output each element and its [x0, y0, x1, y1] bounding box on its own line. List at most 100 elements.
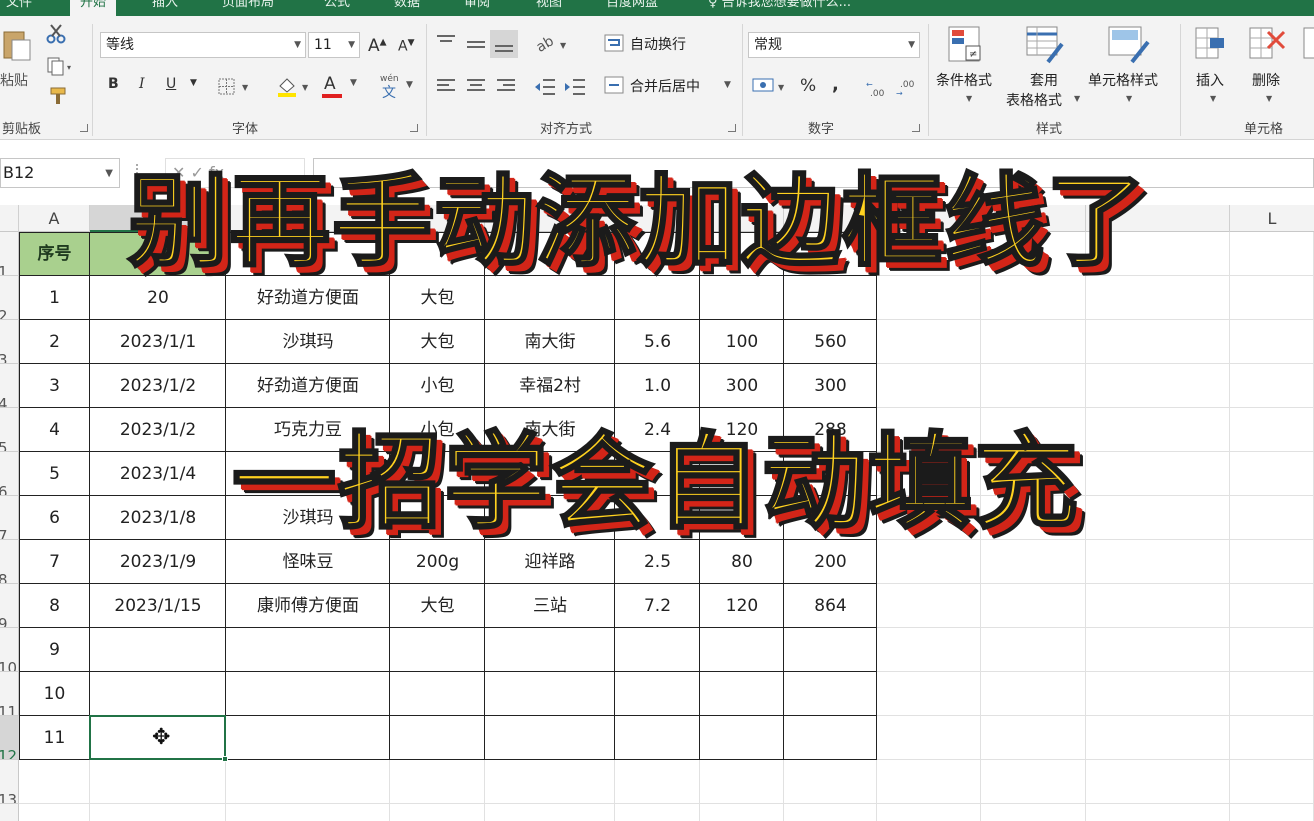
table-cell[interactable] [90, 672, 226, 716]
table-cell[interactable]: 2023/1/2 [90, 364, 226, 408]
table-cell[interactable]: 11 [19, 716, 90, 760]
align-bottom-icon[interactable] [490, 30, 518, 58]
align-center-icon[interactable] [466, 78, 486, 94]
increase-indent-icon[interactable] [564, 78, 586, 96]
tab-insert[interactable]: 插入 [152, 0, 178, 13]
table-cell[interactable] [700, 276, 784, 320]
table-cell[interactable] [615, 276, 700, 320]
table-cell[interactable] [90, 628, 226, 672]
font-color-button[interactable]: A ▼ [322, 74, 358, 98]
column-header-l[interactable]: L [1230, 205, 1314, 232]
table-cell[interactable]: 康师傅方便面 [226, 584, 390, 628]
italic-button[interactable]: I [139, 76, 145, 92]
table-cell[interactable]: 南大街 [485, 320, 615, 364]
table-cell[interactable]: 小包 [390, 364, 485, 408]
table-cell[interactable]: 三站 [485, 584, 615, 628]
merge-center-button[interactable]: 合并后居中 ▼ [604, 76, 734, 98]
row-header[interactable]: 6 [0, 452, 19, 496]
select-all-corner[interactable] [0, 205, 19, 232]
table-cell[interactable] [226, 716, 390, 760]
table-cell[interactable] [226, 628, 390, 672]
table-cell[interactable]: 大包 [390, 276, 485, 320]
copy-icon[interactable]: ▾ [46, 56, 74, 76]
table-cell[interactable]: 大包 [390, 584, 485, 628]
row-header[interactable]: 8 [0, 540, 19, 584]
table-cell[interactable] [784, 628, 877, 672]
row-header[interactable]: 1 [0, 232, 19, 276]
table-cell[interactable] [485, 628, 615, 672]
tab-home[interactable]: 开始 [70, 0, 117, 16]
table-cell[interactable]: 2023/1/4 [90, 452, 226, 496]
fill-handle[interactable] [222, 756, 228, 762]
insert-cells-button[interactable]: 插入 ▼ [1190, 24, 1234, 114]
table-cell[interactable]: 幸福2村 [485, 364, 615, 408]
table-cell[interactable]: 5.6 [615, 320, 700, 364]
table-cell[interactable]: 1 [19, 276, 90, 320]
table-cell[interactable] [784, 672, 877, 716]
bold-button[interactable]: B [108, 76, 119, 92]
table-cell[interactable]: 7 [19, 540, 90, 584]
tab-review[interactable]: 审阅 [464, 0, 490, 13]
table-cell[interactable]: 200g [390, 540, 485, 584]
cell-styles-button[interactable]: 单元格样式 ▼ [1088, 24, 1174, 114]
currency-icon[interactable]: ▼ [752, 76, 788, 96]
conditional-formatting-button[interactable]: ≠ 条件格式 ▼ [934, 24, 1004, 114]
table-cell[interactable]: 200 [784, 540, 877, 584]
border-icon[interactable]: ▼ [218, 78, 252, 96]
table-cell[interactable] [390, 672, 485, 716]
row-header[interactable]: 3 [0, 320, 19, 364]
table-cell[interactable]: 10 [19, 672, 90, 716]
table-cell[interactable]: 8 [19, 584, 90, 628]
tell-me-search[interactable]: ♀ 告诉我您想要做什么... [708, 0, 851, 13]
align-left-icon[interactable] [436, 78, 456, 94]
format-cells-icon[interactable] [1300, 26, 1314, 66]
table-cell[interactable] [485, 672, 615, 716]
table-cell[interactable]: 5 [19, 452, 90, 496]
table-cell[interactable] [784, 716, 877, 760]
row-header[interactable]: 2 [0, 276, 19, 320]
row-header[interactable]: 13 [0, 760, 19, 804]
fill-color-icon[interactable]: ▼ [276, 76, 312, 98]
table-cell[interactable]: 2023/1/8 [90, 496, 226, 540]
font-name-combo[interactable]: 等线 ▼ [100, 32, 306, 58]
table-cell[interactable]: 300 [784, 364, 877, 408]
format-painter-icon[interactable] [48, 86, 68, 106]
table-cell[interactable]: 4 [19, 408, 90, 452]
number-format-combo[interactable]: 常规 ▼ [748, 32, 920, 58]
decrease-indent-icon[interactable] [534, 78, 556, 96]
align-right-icon[interactable] [496, 78, 516, 94]
table-cell[interactable] [615, 672, 700, 716]
row-header[interactable]: 10 [0, 628, 19, 672]
chevron-down-icon[interactable]: ▼ [190, 78, 197, 88]
decrease-decimal-icon[interactable]: .00→ [896, 78, 920, 98]
table-cell[interactable]: 好劲道方便面 [226, 276, 390, 320]
table-cell[interactable] [485, 276, 615, 320]
table-cell[interactable] [700, 628, 784, 672]
table-cell[interactable]: 120 [700, 584, 784, 628]
table-cell[interactable]: 迎祥路 [485, 540, 615, 584]
tab-baidu-netdisk[interactable]: 百度网盘 [606, 0, 658, 13]
number-launcher-icon[interactable] [912, 124, 920, 132]
alignment-launcher-icon[interactable] [728, 124, 736, 132]
table-cell[interactable] [226, 672, 390, 716]
table-cell[interactable]: 2023/1/1 [90, 320, 226, 364]
table-cell[interactable]: 2023/1/9 [90, 540, 226, 584]
table-cell[interactable]: 沙琪玛 [226, 320, 390, 364]
table-cell[interactable] [700, 716, 784, 760]
row-header[interactable]: 4 [0, 364, 19, 408]
table-cell[interactable]: 20 [90, 276, 226, 320]
comma-style-button[interactable]: , [832, 74, 839, 95]
table-cell[interactable]: 2 [19, 320, 90, 364]
table-cell[interactable]: 100 [700, 320, 784, 364]
percent-style-button[interactable]: % [800, 76, 816, 96]
table-cell[interactable]: 1.0 [615, 364, 700, 408]
table-cell[interactable] [485, 716, 615, 760]
table-cell[interactable]: 7.2 [615, 584, 700, 628]
table-cell[interactable]: 864 [784, 584, 877, 628]
clipboard-launcher-icon[interactable] [80, 124, 88, 132]
table-cell[interactable]: 2023/1/2 [90, 408, 226, 452]
table-cell[interactable] [615, 628, 700, 672]
grow-font-button[interactable]: A▲ [368, 36, 387, 56]
table-cell[interactable]: 560 [784, 320, 877, 364]
cut-icon[interactable] [46, 24, 66, 44]
